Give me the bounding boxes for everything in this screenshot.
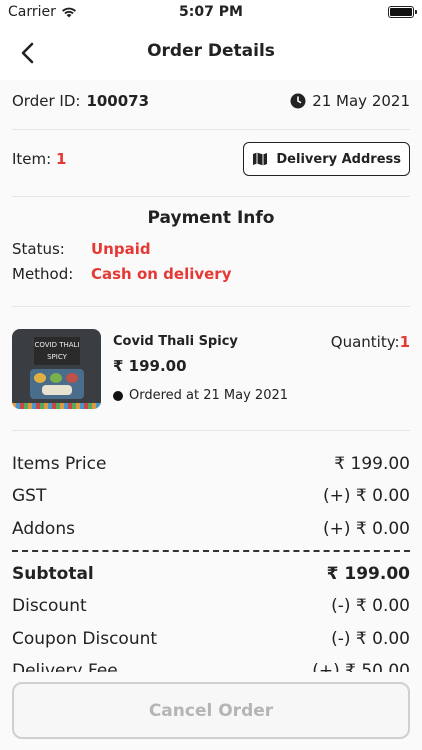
payment-method-label: Method:	[12, 265, 74, 283]
divider	[12, 196, 410, 197]
cancel-order-button[interactable]: Cancel Order	[12, 682, 410, 739]
order-id: Order ID: 100073	[12, 92, 149, 110]
item-label: Item:	[12, 150, 52, 168]
dashed-divider	[12, 550, 410, 552]
item-count-value: 1	[55, 150, 67, 168]
payment-method-value: Cash on delivery	[91, 265, 232, 283]
product-name: Covid Thali Spicy	[113, 334, 238, 349]
addons-value: (+) ₹ 0.00	[323, 519, 410, 539]
order-date: 21 May 2021	[290, 92, 410, 110]
map-icon	[253, 152, 268, 166]
discount-value: (-) ₹ 0.00	[331, 596, 410, 616]
order-id-row: Order ID: 100073 21 May 2021	[12, 90, 410, 112]
subtotal-row: Subtotal ₹ 199.00	[12, 564, 410, 584]
divider	[12, 306, 410, 307]
payment-method-row: Method: Cash on delivery	[12, 265, 232, 283]
bottom-bar: Cancel Order	[0, 672, 422, 750]
delivery-address-button[interactable]: Delivery Address	[243, 142, 410, 176]
addons-row: Addons (+) ₹ 0.00	[12, 519, 410, 539]
product-quantity: Quantity:1	[331, 333, 410, 351]
order-details-content[interactable]: Order ID: 100073 21 May 2021 Item: 1 Deli…	[0, 80, 422, 672]
payment-info-title: Payment Info	[147, 208, 275, 228]
delivery-address-label: Delivery Address	[276, 151, 401, 167]
items-price-label: Items Price	[12, 454, 107, 474]
quantity-label: Quantity:	[330, 333, 400, 351]
items-price-value: ₹ 199.00	[334, 454, 410, 474]
coupon-discount-value: (-) ₹ 0.00	[331, 629, 410, 649]
ordered-at: Ordered at 21 May 2021	[113, 388, 288, 403]
clock-icon	[290, 93, 306, 109]
delivery-fee-label: Delivery Fee	[12, 661, 118, 672]
status-dot-icon	[113, 390, 123, 401]
divider	[12, 129, 410, 130]
product-image: COVID THALI SPICY	[12, 329, 101, 409]
product-image-sign: COVID THALI SPICY	[34, 337, 80, 365]
ordered-at-text: Ordered at 21 May 2021	[129, 388, 289, 403]
coupon-discount-label: Coupon Discount	[12, 629, 158, 649]
gst-row: GST (+) ₹ 0.00	[12, 486, 410, 506]
order-date-value: 21 May 2021	[312, 92, 410, 110]
page-title: Order Details	[147, 41, 275, 61]
delivery-fee-value: (+) ₹ 50.00	[312, 661, 410, 672]
status-bar: Carrier 5:07 PM	[0, 0, 422, 26]
battery-icon	[388, 6, 417, 18]
nav-bar: Order Details	[0, 26, 422, 80]
payment-status-row: Status: Unpaid	[12, 240, 151, 258]
delivery-fee-row: Delivery Fee (+) ₹ 50.00	[12, 661, 410, 672]
order-id-label: Order ID:	[12, 92, 81, 110]
payment-status-value: Unpaid	[91, 240, 151, 258]
subtotal-value: ₹ 199.00	[326, 564, 410, 584]
discount-row: Discount (-) ₹ 0.00	[12, 596, 410, 616]
divider	[12, 430, 410, 431]
item-count: Item: 1	[12, 150, 66, 168]
addons-label: Addons	[12, 519, 75, 539]
discount-label: Discount	[12, 596, 87, 616]
item-row: Item: 1 Delivery Address	[12, 142, 410, 176]
subtotal-label: Subtotal	[12, 564, 94, 584]
order-id-value: 100073	[86, 92, 150, 110]
order-item-card[interactable]: COVID THALI SPICY Covid Thali Spicy Quan…	[12, 329, 410, 409]
payment-status-label: Status:	[12, 240, 65, 258]
clock: 5:07 PM	[179, 4, 243, 20]
gst-value: (+) ₹ 0.00	[323, 486, 410, 506]
gst-label: GST	[12, 486, 47, 506]
coupon-discount-row: Coupon Discount (-) ₹ 0.00	[12, 629, 410, 649]
items-price-row: Items Price ₹ 199.00	[12, 454, 410, 474]
product-price: ₹ 199.00	[113, 357, 187, 375]
quantity-value: 1	[399, 333, 410, 351]
